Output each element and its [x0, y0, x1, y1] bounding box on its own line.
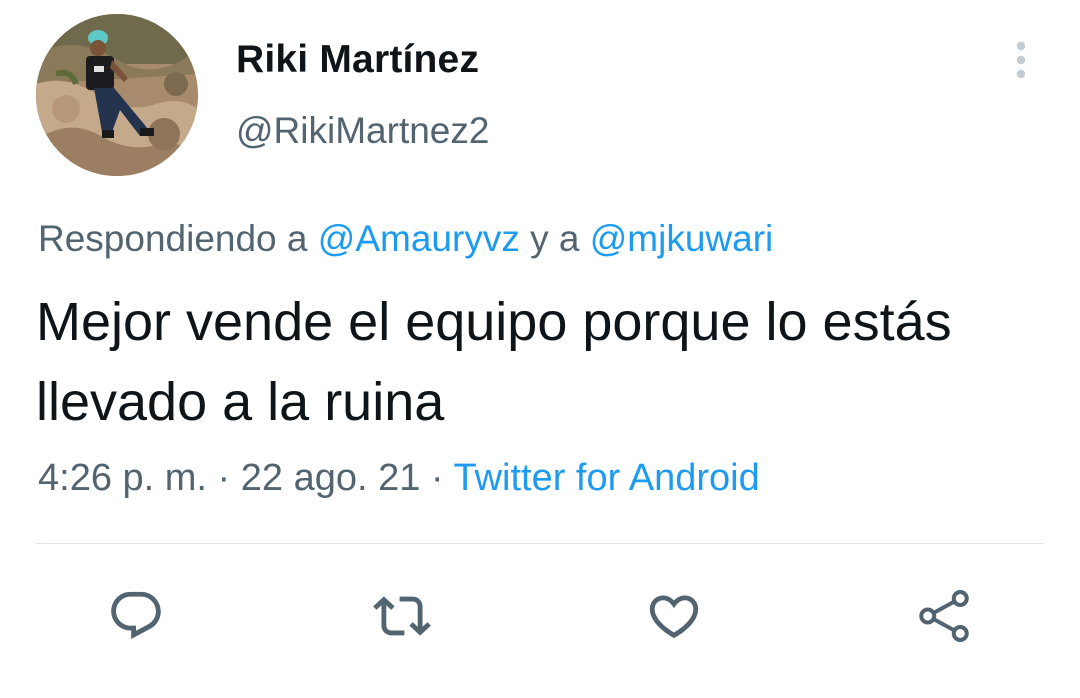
- share-icon: [919, 590, 969, 642]
- retweet-icon: [373, 596, 431, 636]
- mention-link-2[interactable]: @mjkuwari: [590, 218, 774, 259]
- share-button[interactable]: [914, 586, 974, 646]
- replying-to-prefix: Respondiendo a: [38, 218, 318, 259]
- divider: [36, 543, 1044, 544]
- display-name[interactable]: Riki Martínez: [236, 38, 479, 82]
- like-button[interactable]: [644, 586, 704, 646]
- tweet-source-link[interactable]: Twitter for Android: [453, 457, 759, 499]
- meta-separator: ·: [420, 457, 454, 499]
- replying-to: Respondiendo a @Amauryvz y a @mjkuwari: [38, 218, 773, 260]
- avatar-photo: [36, 14, 198, 176]
- replying-to-joiner: y a: [519, 218, 590, 259]
- avatar[interactable]: [36, 14, 198, 176]
- reply-icon: [111, 591, 161, 639]
- tweet-card: Riki Martínez @RikiMartnez2 Respondiendo…: [0, 0, 1080, 698]
- retweet-button[interactable]: [372, 586, 432, 646]
- heart-icon: [649, 595, 699, 639]
- user-handle[interactable]: @RikiMartnez2: [236, 110, 489, 152]
- meta-separator: ·: [206, 457, 241, 499]
- tweet-time[interactable]: 4:26 p. m.: [38, 457, 207, 499]
- more-options-button[interactable]: [1006, 40, 1036, 84]
- mention-link-1[interactable]: @Amauryvz: [318, 218, 520, 259]
- tweet-date[interactable]: 22 ago. 21: [241, 457, 421, 499]
- reply-button[interactable]: [106, 586, 166, 646]
- tweet-text: Mejor vende el equipo porque lo estás ll…: [36, 292, 952, 432]
- more-vertical-icon: [1016, 41, 1026, 79]
- tweet-metadata: 4:26 p. m. · 22 ago. 21 · Twitter for An…: [38, 457, 760, 500]
